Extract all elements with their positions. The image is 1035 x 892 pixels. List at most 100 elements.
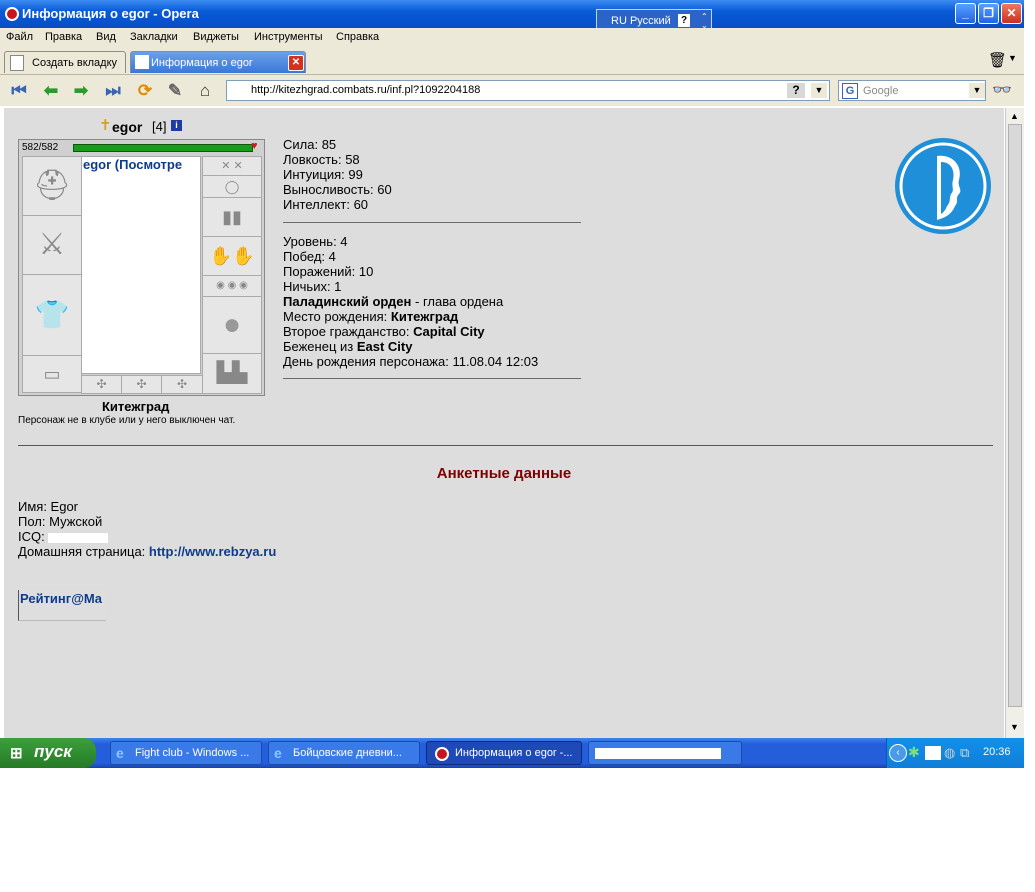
rune-slot-1-icon[interactable]: ✣ <box>81 375 122 394</box>
helmet-slot-icon[interactable]: ⛑ <box>22 156 82 216</box>
menu-bookmarks[interactable]: Закладки <box>130 31 178 43</box>
menu-widgets[interactable]: Виджеты <box>193 31 239 43</box>
tray-app-icon[interactable]: ✱ <box>908 744 920 761</box>
menu-view[interactable]: Вид <box>96 31 116 43</box>
clock: 20:36 <box>983 746 1011 758</box>
paladin-order-emblem-icon[interactable] <box>893 136 993 236</box>
anketa-title: Анкетные данные <box>436 465 572 482</box>
info-order: Паладинский орден - глава ордена <box>283 294 504 309</box>
stat-intellect: Интеллект: 60 <box>283 197 369 212</box>
rings-slot-icon[interactable]: ◉ ◉ ◉ <box>202 275 262 297</box>
minimize-button[interactable]: _ <box>955 3 976 24</box>
page-content: ✝ egor [4] i 582/582 ♥ ⛑ ⚔ 👕 ▭ egor (Пос… <box>4 108 1004 738</box>
reload-icon[interactable]: ⟳ <box>134 80 156 102</box>
gloves-slot-icon[interactable]: ✋✋ <box>202 236 262 276</box>
rewind-icon[interactable]: ⏮ <box>8 80 30 102</box>
task-redacted[interactable] <box>588 741 742 765</box>
fast-forward-icon[interactable]: ⏭ <box>102 80 124 102</box>
info-second-citizenship: Второе гражданство: Capital City <box>283 324 485 339</box>
task-diaries[interactable]: e Бойцовские дневни... <box>268 741 420 765</box>
tray-sound-icon[interactable]: ◍ <box>944 745 955 761</box>
scroll-down-icon[interactable]: ▼ <box>1010 722 1019 732</box>
info-birthplace: Место рождения: Китежград <box>283 309 459 324</box>
tab-bar: Создать вкладку Информация о egor ✕ 🗑 ▼ <box>0 47 1024 75</box>
hp-text: 582/582 <box>22 142 59 153</box>
trash-dropdown-icon[interactable]: ▼ <box>1008 53 1017 63</box>
scroll-thumb[interactable] <box>1008 124 1022 707</box>
menu-tools[interactable]: Инструменты <box>254 31 323 43</box>
window-title: Информация о egor - Opera <box>22 6 199 21</box>
back-icon[interactable]: ⬅ <box>40 80 62 102</box>
language-help-icon[interactable]: ? <box>678 14 690 27</box>
tray-expand-icon[interactable]: ‹ <box>889 744 907 762</box>
section-divider <box>18 445 993 446</box>
menu-help[interactable]: Справка <box>336 31 379 43</box>
glasses-icon[interactable]: 👓 <box>992 80 1012 100</box>
opera-logo-icon <box>435 747 449 761</box>
rune-slot-2-icon[interactable]: ✣ <box>121 375 162 394</box>
info-draws: Ничьих: 1 <box>283 279 342 294</box>
cross-icon: ✝ <box>99 117 112 134</box>
opera-logo-icon <box>5 7 19 21</box>
new-tab-button[interactable]: Создать вкладку <box>4 51 126 73</box>
start-button[interactable]: ⊞ пуск <box>0 738 96 768</box>
bracers-slot-icon[interactable]: ▮▮ <box>202 197 262 237</box>
shield-slot-icon[interactable]: ● <box>202 296 262 354</box>
search-input[interactable]: G Google ▼ <box>838 80 986 101</box>
inventory-panel: 582/582 ♥ ⛑ ⚔ 👕 ▭ egor (Посмотре ✣ ✣ ✣ ✕… <box>18 139 265 396</box>
scroll-up-icon[interactable]: ▲ <box>1010 111 1019 121</box>
hp-bar <box>73 144 253 152</box>
icq-redacted <box>48 532 109 543</box>
maximize-button[interactable]: ❐ <box>978 3 999 24</box>
belt-slot-icon[interactable]: ▭ <box>22 355 82 393</box>
google-icon: G <box>842 83 858 99</box>
stat-endurance: Выносливость: 60 <box>283 182 392 197</box>
stat-strength: Сила: 85 <box>283 137 337 152</box>
character-name: egor <box>112 119 143 135</box>
tab-active-label: Информация о egor <box>151 57 253 69</box>
home-icon[interactable]: ⌂ <box>194 80 216 102</box>
character-city: Китежград <box>102 399 170 414</box>
address-bar[interactable]: http://kitezhgrad.combats.ru/inf.pl?1092… <box>226 80 830 101</box>
address-dropdown-icon[interactable]: ▼ <box>811 83 827 98</box>
close-button[interactable]: ✕ <box>1001 3 1022 24</box>
rating-label: Рейтинг@Ma <box>20 591 102 606</box>
tab-active[interactable]: Информация о egor ✕ <box>130 51 306 73</box>
edit-icon[interactable]: ✎ <box>164 80 186 102</box>
rating-counter[interactable]: Рейтинг@Ma <box>18 590 106 621</box>
boots-slot-icon[interactable]: ▙▙ <box>202 353 262 394</box>
task-fight-club[interactable]: e Fight club - Windows ... <box>110 741 262 765</box>
chat-status-note: Персонаж не в клубе или у него выключен … <box>18 415 236 426</box>
weapon-slots-icon[interactable]: ✕ ✕ <box>202 156 262 176</box>
menu-bar: Файл Правка Вид Закладки Виджеты Инструм… <box>0 28 1024 47</box>
info-divider <box>283 378 581 379</box>
necklace-slot-icon[interactable]: ◯ <box>202 175 262 198</box>
sword-slot-icon[interactable]: ⚔ <box>22 215 82 275</box>
new-tab-label: Создать вкладку <box>32 57 118 69</box>
tray-network-icon[interactable]: ⧉ <box>960 745 969 761</box>
menu-edit[interactable]: Правка <box>45 31 82 43</box>
heart-icon: ♥ <box>251 140 258 152</box>
armor-slot-icon[interactable]: 👕 <box>22 274 82 356</box>
search-dropdown-icon[interactable]: ▼ <box>969 83 985 98</box>
window-titlebar: Информация о egor - Opera _ ❐ ✕ <box>0 0 1024 28</box>
trash-icon[interactable]: 🗑 <box>988 51 1007 69</box>
stats-divider <box>283 222 581 223</box>
tab-close-icon[interactable]: ✕ <box>288 55 304 71</box>
task-opera-active[interactable]: Информация о egor -... <box>426 741 582 765</box>
address-help-icon[interactable]: ? <box>787 83 805 98</box>
ie-icon: e <box>116 745 124 761</box>
vertical-scrollbar[interactable]: ▲ ▼ <box>1005 108 1024 738</box>
language-label: RU Русский <box>611 15 671 27</box>
rune-slot-3-icon[interactable]: ✣ <box>161 375 203 394</box>
homepage-link[interactable]: http://www.rebzya.ru <box>149 544 276 559</box>
menu-file[interactable]: Файл <box>6 31 33 43</box>
forward-icon[interactable]: ➡ <box>70 80 92 102</box>
character-level: [4] <box>152 119 167 134</box>
ie-icon: e <box>274 745 282 761</box>
anketa-icq: ICQ: <box>18 529 109 544</box>
info-icon[interactable]: i <box>171 120 182 131</box>
character-portrait: egor (Посмотре <box>81 156 201 374</box>
info-losses: Поражений: 10 <box>283 264 374 279</box>
info-refugee: Беженец из East City <box>283 339 413 354</box>
